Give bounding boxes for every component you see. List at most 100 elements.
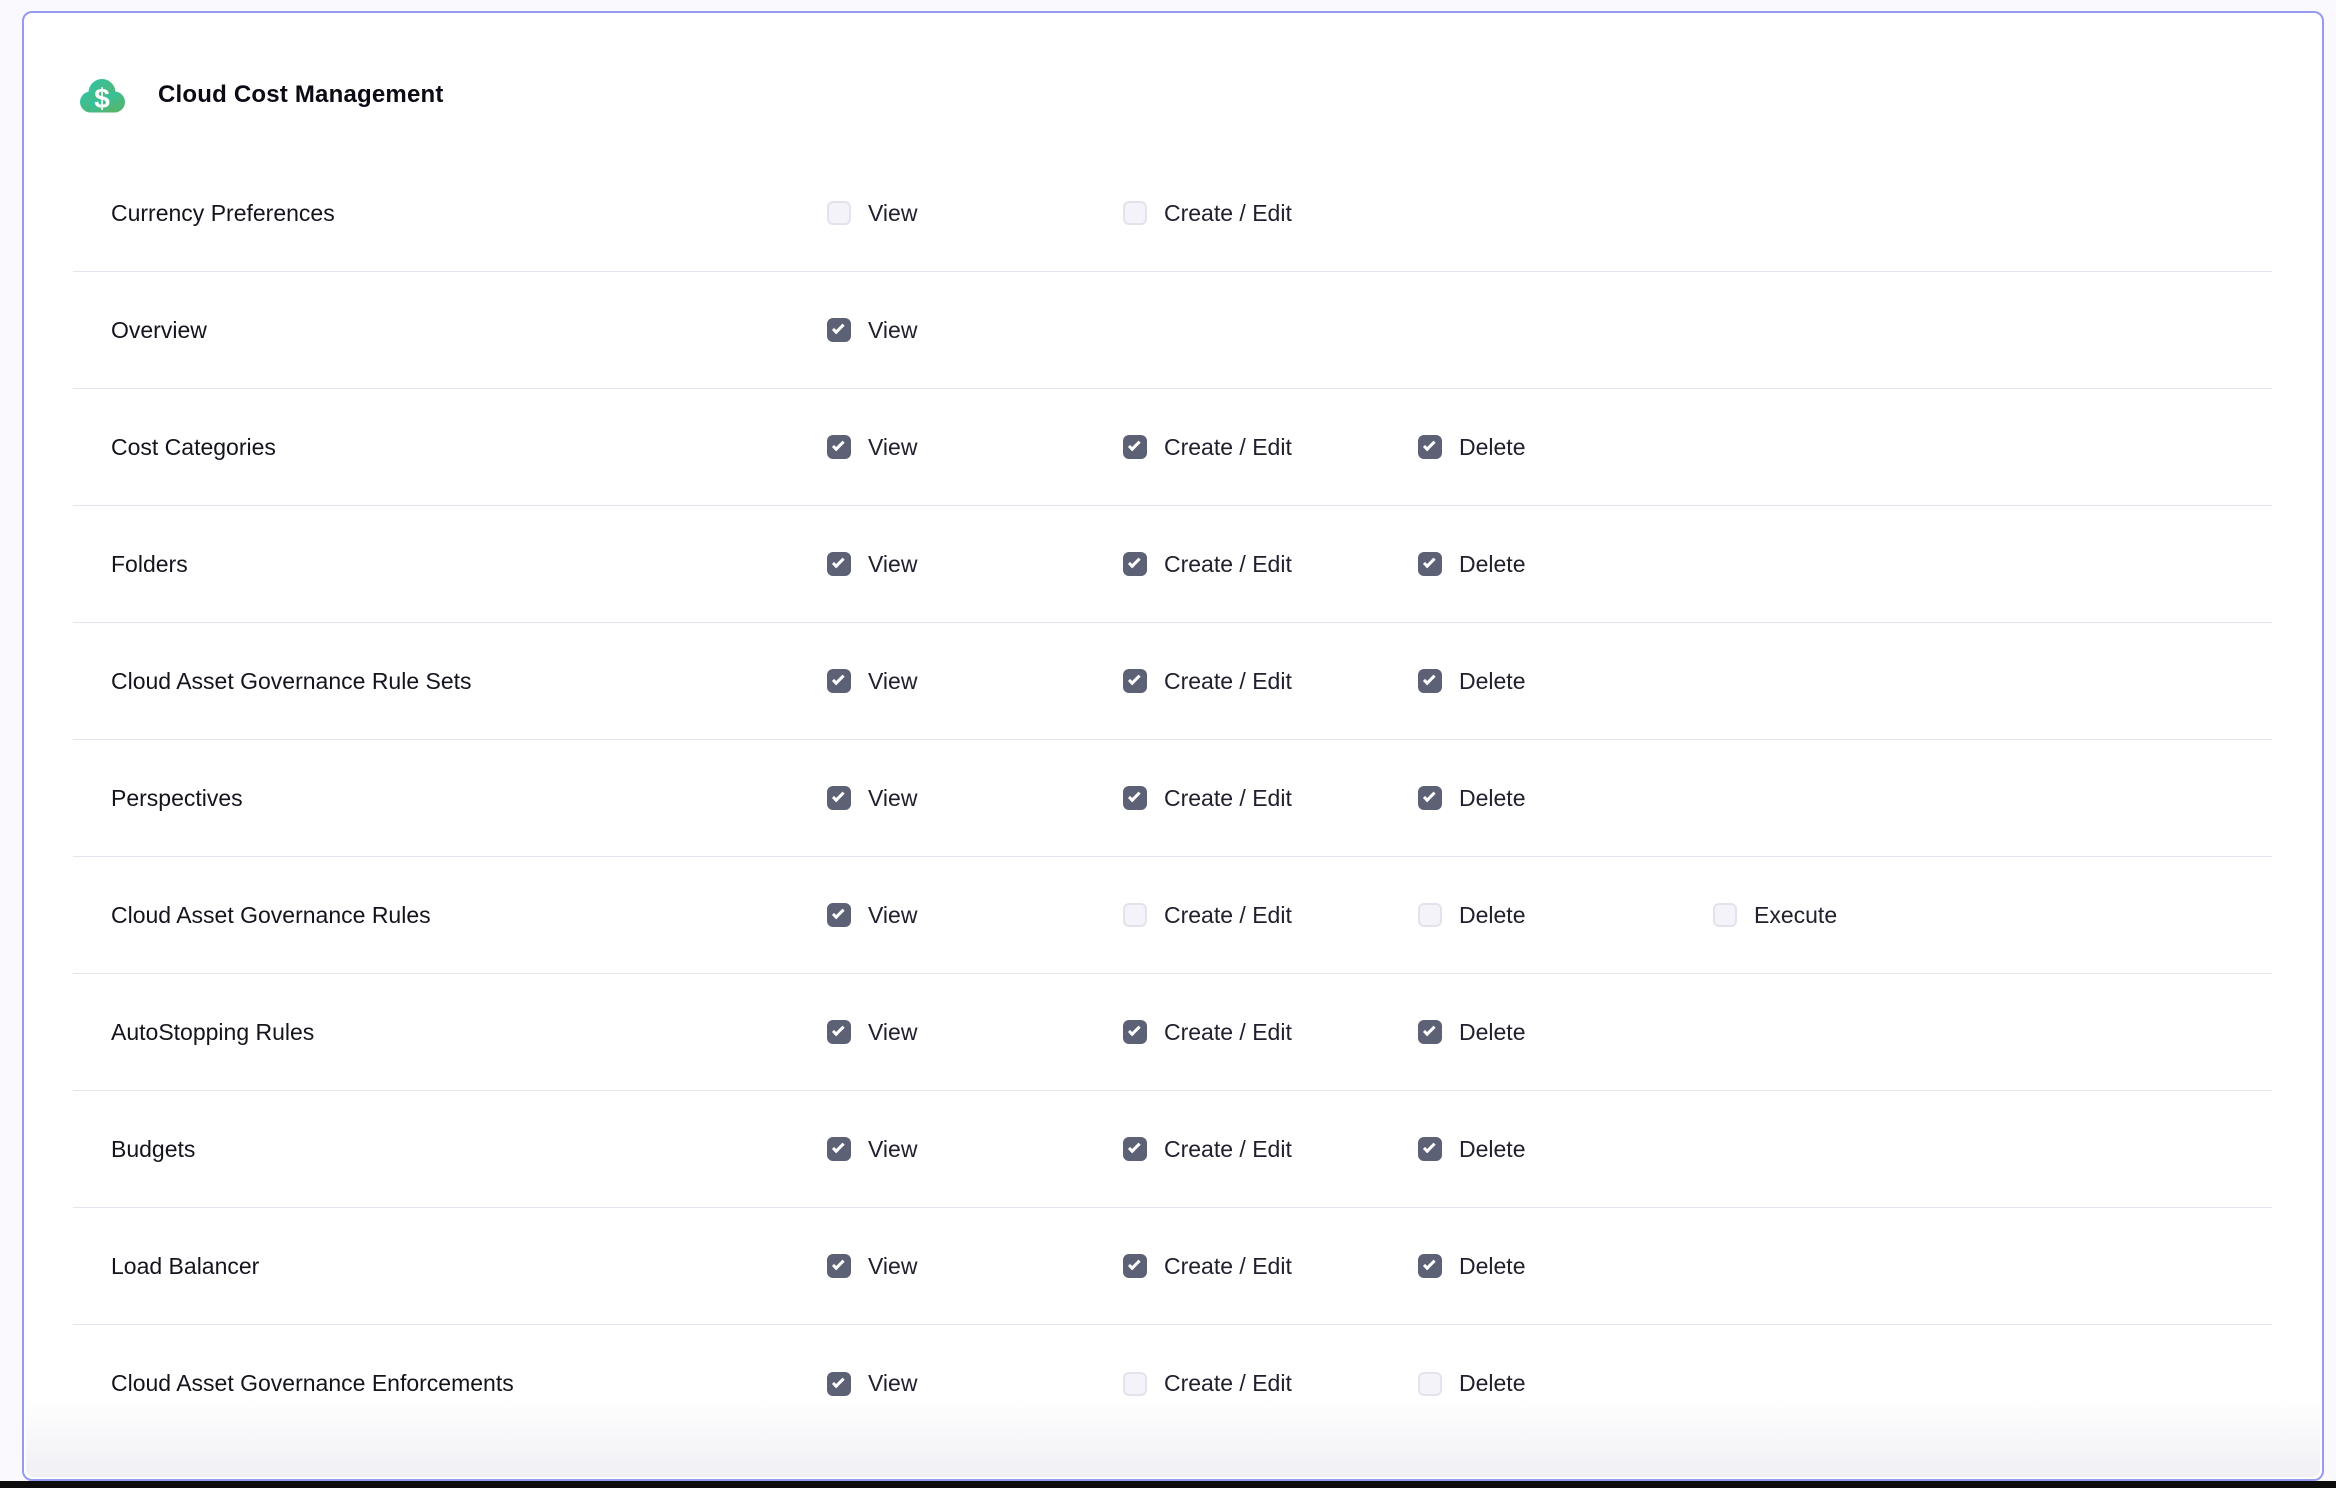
permission-label: Create / Edit [1164,1136,1292,1163]
create-edit-permission[interactable]: Create / Edit [1123,1370,1418,1397]
view-checkbox[interactable] [827,318,851,342]
permission-row: Cloud Asset Governance Rules View Create… [73,857,2272,974]
view-permission[interactable]: View [827,551,1123,578]
delete-permission[interactable]: Delete [1418,551,1713,578]
delete-checkbox[interactable] [1418,786,1442,810]
delete-checkbox[interactable] [1418,903,1442,927]
view-permission[interactable]: View [827,200,1123,227]
view-permission[interactable]: View [827,434,1123,461]
view-checkbox[interactable] [827,1372,851,1396]
delete-permission[interactable]: Delete [1418,1136,1713,1163]
permission-row: Cloud Asset Governance Rule Sets View Cr… [73,623,2272,740]
permission-label: Create / Edit [1164,785,1292,812]
permission-label: Create / Edit [1164,434,1292,461]
page-title: Cloud Cost Management [158,81,444,109]
create-edit-checkbox[interactable] [1123,786,1147,810]
cloud-dollar-icon: $ [76,69,128,121]
permission-row: Perspectives View Create / Edit Delete [73,740,2272,857]
create-edit-permission[interactable]: Create / Edit [1123,1019,1418,1046]
resource-label: Folders [111,551,827,578]
view-checkbox[interactable] [827,201,851,225]
permission-label: View [868,902,917,929]
create-edit-checkbox[interactable] [1123,903,1147,927]
delete-permission[interactable]: Delete [1418,902,1713,929]
create-edit-permission[interactable]: Create / Edit [1123,434,1418,461]
view-permission[interactable]: View [827,1019,1123,1046]
create-edit-permission[interactable]: Create / Edit [1123,200,1418,227]
delete-checkbox[interactable] [1418,1137,1442,1161]
create-edit-permission[interactable]: Create / Edit [1123,1136,1418,1163]
view-checkbox[interactable] [827,552,851,576]
view-permission[interactable]: View [827,1253,1123,1280]
create-edit-permission[interactable]: Create / Edit [1123,785,1418,812]
create-edit-checkbox[interactable] [1123,1254,1147,1278]
permission-label: View [868,1136,917,1163]
permission-label: Create / Edit [1164,1019,1292,1046]
checkmark-icon [832,1258,845,1271]
resource-label: Budgets [111,1136,827,1163]
delete-permission[interactable]: Delete [1418,1019,1713,1046]
execute-permission[interactable]: Execute [1713,902,2272,929]
permission-label: View [868,200,917,227]
permission-label: Create / Edit [1164,200,1292,227]
checkmark-icon [1423,790,1436,803]
delete-checkbox[interactable] [1418,1254,1442,1278]
view-permission[interactable]: View [827,1370,1123,1397]
view-checkbox[interactable] [827,786,851,810]
delete-checkbox[interactable] [1418,1020,1442,1044]
delete-permission[interactable]: Delete [1418,434,1713,461]
create-edit-checkbox[interactable] [1123,1020,1147,1044]
delete-permission[interactable]: Delete [1418,1253,1713,1280]
permission-label: Create / Edit [1164,551,1292,578]
delete-checkbox[interactable] [1418,1372,1442,1396]
view-permission[interactable]: View [827,1136,1123,1163]
create-edit-checkbox[interactable] [1123,669,1147,693]
checkmark-icon [832,1375,845,1388]
create-edit-permission[interactable]: Create / Edit [1123,902,1418,929]
create-edit-checkbox[interactable] [1123,435,1147,459]
permission-label: View [868,317,917,344]
permission-label: Create / Edit [1164,1253,1292,1280]
view-checkbox[interactable] [827,1137,851,1161]
create-edit-checkbox[interactable] [1123,552,1147,576]
create-edit-checkbox[interactable] [1123,1137,1147,1161]
permission-row: Cloud Asset Governance Enforcements View… [73,1325,2272,1442]
checkmark-icon [1423,673,1436,686]
permission-row: Overview View [73,272,2272,389]
view-checkbox[interactable] [827,903,851,927]
delete-permission[interactable]: Delete [1418,668,1713,695]
view-checkbox[interactable] [827,1254,851,1278]
delete-checkbox[interactable] [1418,552,1442,576]
create-edit-permission[interactable]: Create / Edit [1123,1253,1418,1280]
resource-label: Cloud Asset Governance Rules [111,902,827,929]
create-edit-permission[interactable]: Create / Edit [1123,668,1418,695]
view-permission[interactable]: View [827,317,1123,344]
delete-permission[interactable]: Delete [1418,785,1713,812]
permission-label: View [868,785,917,812]
resource-label: Currency Preferences [111,200,827,227]
view-checkbox[interactable] [827,669,851,693]
delete-checkbox[interactable] [1418,435,1442,459]
checkmark-icon [1423,1024,1436,1037]
execute-checkbox[interactable] [1713,903,1737,927]
permissions-card: $ Cloud Cost Management Currency Prefere… [22,11,2324,1481]
view-permission[interactable]: View [827,668,1123,695]
delete-checkbox[interactable] [1418,669,1442,693]
permission-label: Delete [1459,1370,1525,1397]
permission-label: Delete [1459,1019,1525,1046]
create-edit-checkbox[interactable] [1123,201,1147,225]
permission-rows: Currency Preferences View Create / Edit … [73,155,2272,1442]
create-edit-permission[interactable]: Create / Edit [1123,551,1418,578]
resource-label: Cloud Asset Governance Rule Sets [111,668,827,695]
delete-permission[interactable]: Delete [1418,1370,1713,1397]
view-checkbox[interactable] [827,1020,851,1044]
view-permission[interactable]: View [827,902,1123,929]
permission-label: Create / Edit [1164,668,1292,695]
view-checkbox[interactable] [827,435,851,459]
view-permission[interactable]: View [827,785,1123,812]
permission-label: Create / Edit [1164,1370,1292,1397]
checkmark-icon [832,439,845,452]
resource-label: Perspectives [111,785,827,812]
create-edit-checkbox[interactable] [1123,1372,1147,1396]
checkmark-icon [1128,439,1141,452]
